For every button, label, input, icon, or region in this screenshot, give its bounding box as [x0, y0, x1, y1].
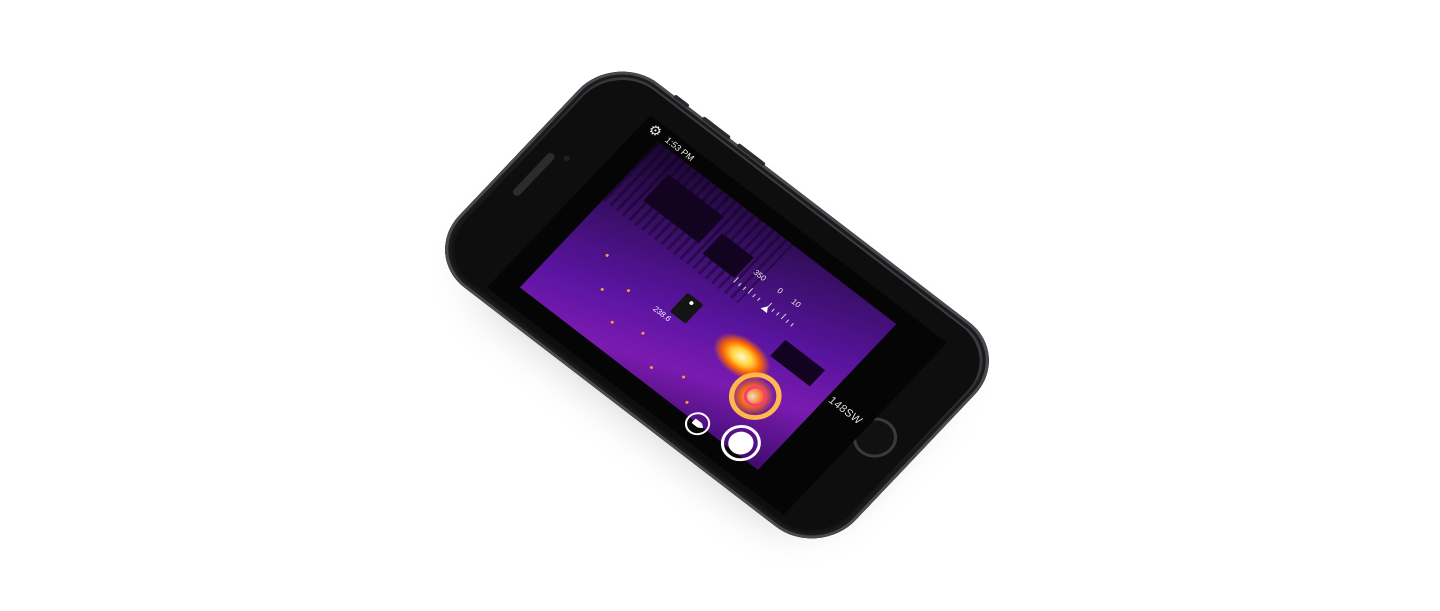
earpiece-speaker: [511, 151, 557, 198]
thermal-spark: [649, 365, 654, 370]
scale-tick: [780, 313, 787, 320]
smartphone: ⚙ 1:53 PM 350 0 10 238.6 148SW: [421, 50, 1013, 560]
scale-tick: [785, 319, 790, 323]
spot-dot-icon: [688, 300, 695, 306]
scale-tick: [733, 277, 739, 283]
shutter-circle-icon: [723, 427, 759, 460]
thermal-machine-silhouette: [770, 339, 826, 387]
thermal-spark: [681, 375, 686, 380]
scale-tick: [752, 293, 756, 298]
scale-tick: [790, 323, 794, 327]
front-camera: [562, 154, 572, 163]
thermal-spark: [640, 331, 646, 336]
scale-label: 0: [775, 286, 785, 296]
thermal-spark: [626, 288, 631, 293]
palette-label[interactable]: 148SW: [826, 395, 865, 427]
phone-body: ⚙ 1:53 PM 350 0 10 238.6 148SW: [421, 50, 1013, 560]
scale-tick: [757, 297, 761, 302]
scale-tick: [737, 282, 742, 287]
scale-tick: [776, 312, 780, 316]
thermal-spark: [604, 253, 610, 258]
scale-tick: [742, 286, 747, 291]
thermal-spark: [684, 400, 690, 405]
thermal-spark: [600, 287, 605, 292]
phone-front-glass: ⚙ 1:53 PM 350 0 10 238.6 148SW: [433, 61, 1001, 549]
gear-icon[interactable]: ⚙: [645, 121, 667, 141]
product-photo-stage: ⚙ 1:53 PM 350 0 10 238.6 148SW: [0, 0, 1440, 611]
thermal-spark: [609, 320, 615, 325]
scale-tick: [771, 308, 775, 312]
scale-tick: [747, 287, 754, 294]
